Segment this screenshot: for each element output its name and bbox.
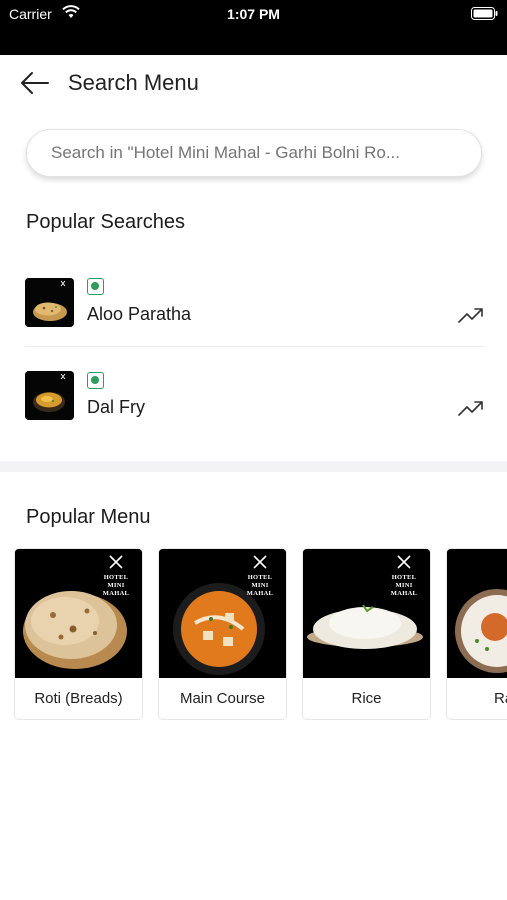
card-label: Raita (494, 690, 507, 707)
veg-indicator-icon (87, 278, 104, 295)
search-input[interactable] (51, 130, 461, 176)
item-name: Aloo Paratha (87, 304, 192, 324)
search-box[interactable] (26, 129, 482, 177)
veg-indicator-icon (87, 372, 104, 389)
divider (25, 346, 484, 347)
food-thumbnail (25, 371, 74, 420)
status-time: 1:07 PM (227, 6, 280, 22)
menu-card-rice[interactable]: HOTEL MINI MAHAL Rice (302, 548, 431, 720)
header: Search Menu (0, 55, 507, 115)
section-separator (0, 461, 507, 472)
food-thumbnail (25, 278, 74, 327)
page-title: Search Menu (68, 70, 199, 95)
hotel-logo: HOTEL MINI MAHAL (96, 555, 136, 598)
crossed-utensils-icon (109, 555, 123, 569)
hotel-logo: HOTEL MINI MAHAL (384, 555, 424, 598)
crossed-utensils-icon (253, 555, 267, 569)
item-name: Dal Fry (87, 397, 145, 417)
card-label: Roti (Breads) (34, 690, 123, 707)
popular-searches-title: Popular Searches (26, 211, 185, 233)
card-label: Main Course (179, 690, 266, 707)
card-label: Rice (351, 690, 382, 707)
list-item-dal-fry[interactable]: Dal Fry (0, 362, 507, 454)
menu-card-main-course[interactable]: HOTEL MINI MAHAL Main Course (158, 548, 287, 720)
hotel-logo: HOTEL MINI MAHAL (240, 555, 280, 598)
status-bar: Carrier 1:07 PM (0, 0, 507, 55)
trending-up-icon (458, 308, 483, 323)
arrow-left-icon (21, 72, 49, 94)
list-item-aloo-paratha[interactable]: Aloo Paratha (0, 270, 507, 362)
trending-up-icon (458, 401, 483, 416)
menu-card-roti[interactable]: HOTEL MINI MAHAL Roti (Breads) (14, 548, 143, 720)
menu-card-raita[interactable]: Raita (446, 548, 507, 720)
food-image (447, 549, 507, 678)
back-button[interactable] (19, 69, 51, 97)
popular-menu-title: Popular Menu (26, 506, 151, 528)
battery-icon (471, 7, 498, 20)
crossed-utensils-icon (397, 555, 411, 569)
